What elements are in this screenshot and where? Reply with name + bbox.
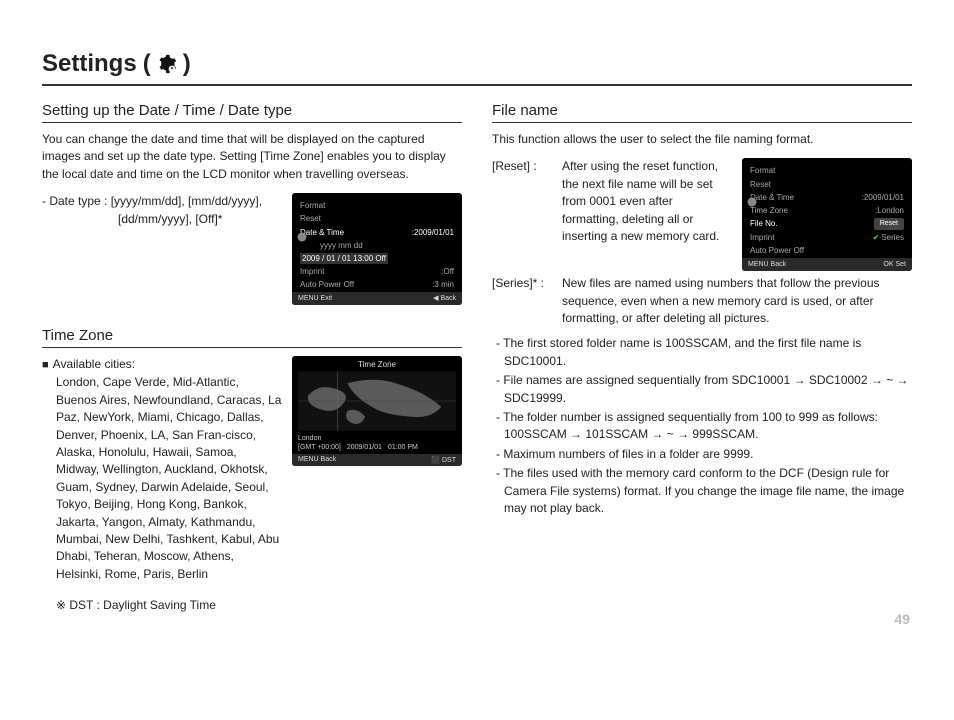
date-type-line1: - Date type : [yyyy/mm/dd], [mm/dd/yyyy]… bbox=[42, 193, 282, 210]
square-bullet-icon: ■ bbox=[42, 359, 49, 371]
lcd-date-time: Format Reset Date & Time:2009/01/01 yyyy… bbox=[292, 193, 462, 305]
file-name-notes: - The first stored folder name is 100SSC… bbox=[492, 335, 912, 517]
section-date-time-head: Setting up the Date / Time / Date type bbox=[42, 102, 462, 123]
gear-icon bbox=[746, 196, 758, 208]
page-number: 49 bbox=[894, 611, 910, 627]
series-label: [Series]* : bbox=[492, 275, 556, 327]
section-time-zone-head: Time Zone bbox=[42, 327, 462, 348]
gear-icon bbox=[157, 54, 177, 74]
lcd-time-zone: Time Zone London [GMT +00:00] 2009/01/01… bbox=[292, 356, 462, 466]
lcd2-foot-set: OK Set bbox=[883, 260, 906, 270]
lcd-foot-exit: MENU Exit bbox=[298, 294, 332, 304]
world-map-icon bbox=[298, 371, 456, 431]
lcd-foot-back: ◀ Back bbox=[433, 294, 456, 304]
lcd2-foot-back: MENU Back bbox=[748, 260, 786, 270]
page-title: Settings bbox=[42, 50, 137, 78]
reset-desc: After using the reset function, the next… bbox=[562, 158, 732, 245]
left-paren: ( bbox=[143, 50, 151, 78]
world-foot-dst: ⬛ DST bbox=[431, 456, 456, 464]
date-type-line2: [dd/mm/yyyy], [Off]* bbox=[42, 211, 282, 228]
cities-list: London, Cape Verde, Mid-Atlantic, Buenos… bbox=[42, 374, 282, 583]
world-foot-back: MENU Back bbox=[298, 456, 336, 464]
cities-label: Available cities: bbox=[53, 357, 136, 371]
file-name-intro: This function allows the user to select … bbox=[492, 131, 912, 148]
gear-icon bbox=[296, 231, 308, 243]
world-title: Time Zone bbox=[298, 360, 456, 369]
series-desc: New files are named using numbers that f… bbox=[562, 275, 912, 327]
dst-note: ※ DST : Daylight Saving Time bbox=[42, 597, 462, 614]
lcd-file-no: Format Reset Date & Time:2009/01/01 Time… bbox=[742, 158, 912, 271]
date-time-intro: You can change the date and time that wi… bbox=[42, 131, 462, 183]
section-file-name-head: File name bbox=[492, 102, 912, 123]
right-paren: ) bbox=[183, 50, 191, 78]
page-title-row: Settings ( ) bbox=[42, 50, 912, 86]
